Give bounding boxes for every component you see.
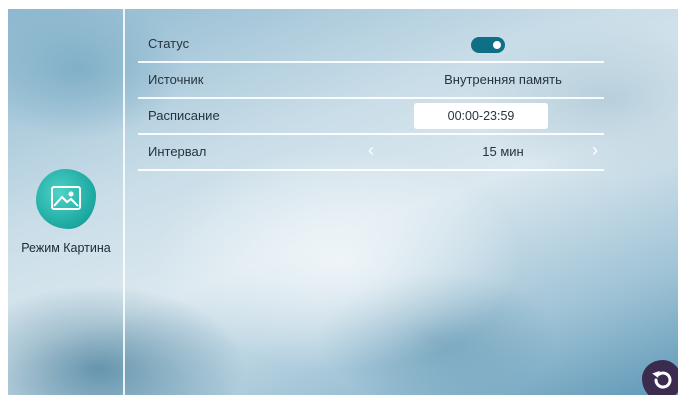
chevron-left-icon[interactable]: ‹ [368,140,374,160]
interval-value: 15 мин [482,144,524,159]
picture-mode-icon[interactable] [36,169,96,229]
mode-selector[interactable]: Режим Картина [8,169,124,255]
source-value[interactable]: Внутренняя память [413,72,593,87]
schedule-time-field[interactable]: 00:00-23:59 [414,103,548,129]
row-status: Статус [138,27,604,63]
mode-label: Режим Картина [21,241,111,255]
picture-icon [51,186,81,210]
status-label: Статус [148,36,190,51]
row-source[interactable]: Источник Внутренняя память [138,63,604,99]
row-schedule: Расписание 00:00-23:59 [138,99,604,135]
screen: Режим Картина Статус Источник Внутренняя… [8,9,678,395]
row-interval: Интервал ‹ 15 мин › [138,135,604,171]
source-label: Источник [148,72,204,87]
toggle-knob [493,41,501,49]
chevron-right-icon[interactable]: › [592,140,598,160]
back-button[interactable] [642,360,678,395]
interval-label: Интервал [148,144,207,159]
status-toggle[interactable] [471,37,505,53]
schedule-label: Расписание [148,108,220,123]
back-arrow-icon [652,370,672,389]
